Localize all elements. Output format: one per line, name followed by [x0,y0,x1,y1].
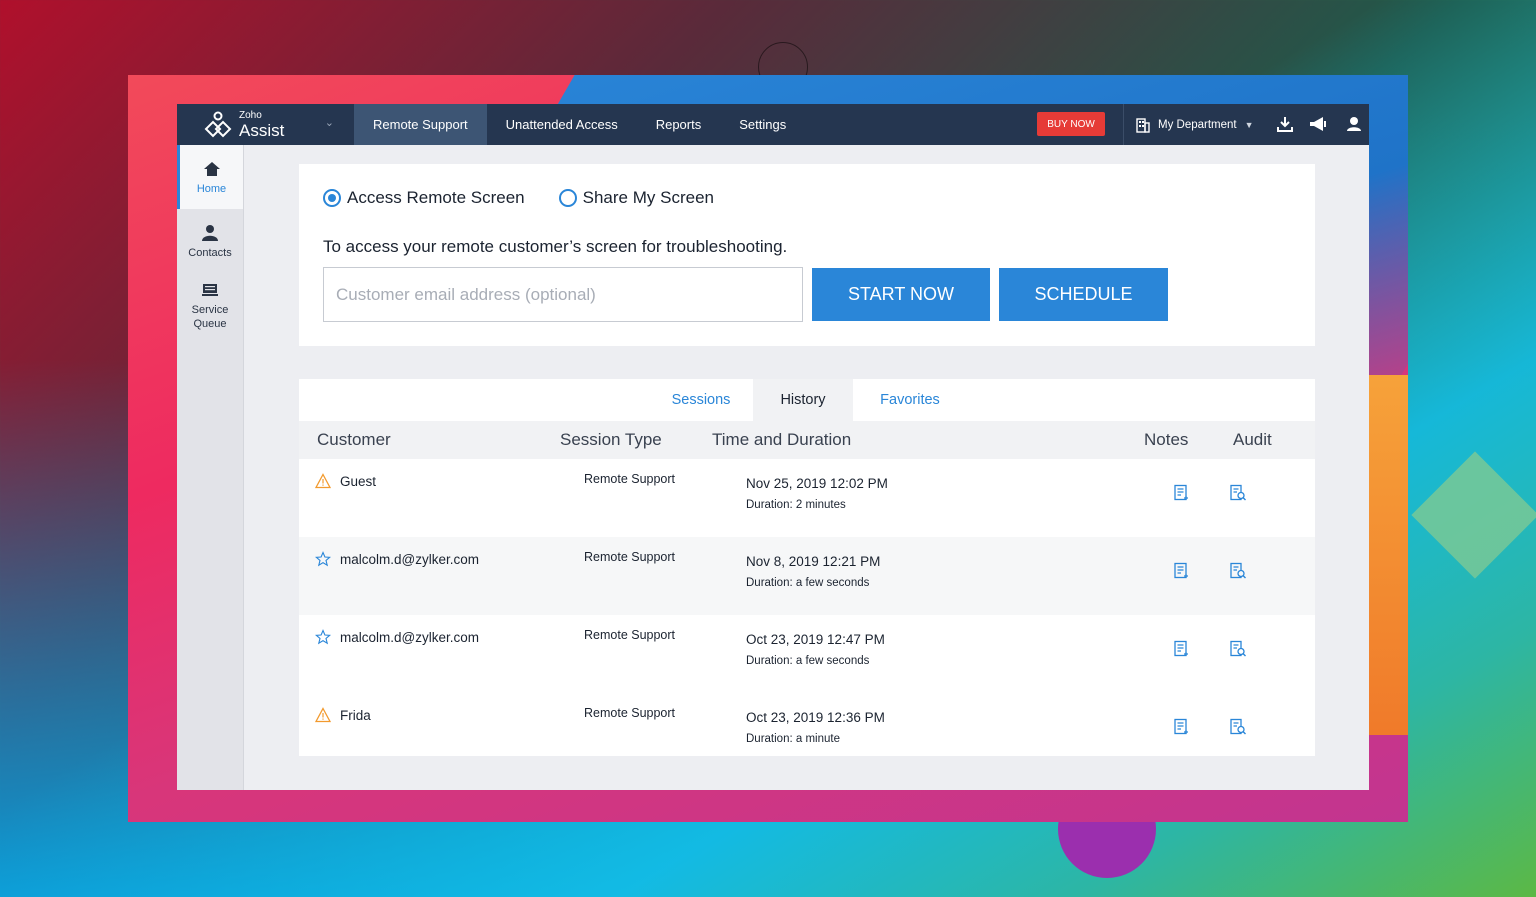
radio-label-access[interactable]: Access Remote Screen [347,188,525,208]
session-time: Nov 25, 2019 12:02 PM [746,476,888,491]
nav-settings[interactable]: Settings [720,104,805,145]
table-row[interactable]: Guest Remote Support Nov 25, 2019 12:02 … [299,459,1315,537]
session-duration: Duration: a minute [746,733,840,745]
radio-label-share[interactable]: Share My Screen [583,188,714,208]
connect-card: Access Remote Screen Share My Screen To … [299,164,1315,346]
chevron-down-icon[interactable]: ⌄ [325,116,334,129]
decor-diamond [1411,451,1536,579]
buy-now-button[interactable]: BUY NOW [1037,112,1105,136]
warning-icon [315,473,331,489]
warning-icon [315,707,331,723]
tab-history[interactable]: History [753,379,853,421]
session-type: Remote Support [584,472,676,486]
radio-access-remote-screen[interactable] [323,189,341,207]
column-session-type[interactable]: Session Type [560,430,662,450]
megaphone-icon[interactable] [1308,114,1328,134]
customer-name: Guest [340,473,377,489]
download-icon[interactable] [1275,114,1295,134]
department-label: My Department [1158,118,1237,131]
nav-remote-support[interactable]: Remote Support [354,104,487,145]
notes-icon[interactable] [1172,718,1190,736]
session-type: Remote Support [584,706,676,720]
audit-icon[interactable] [1229,484,1247,502]
column-time-duration[interactable]: Time and Duration [712,430,851,450]
queue-icon [202,283,218,296]
user-icon [202,224,218,241]
tab-sessions[interactable]: Sessions [661,379,741,421]
connect-description: To access your remote customer’s screen … [323,237,788,256]
radio-share-my-screen[interactable] [558,189,577,207]
session-duration: Duration: 2 minutes [746,499,846,511]
customer-name: malcolm.d@zylker.com [340,551,479,567]
star-icon[interactable] [315,551,331,567]
topbar-divider [1123,104,1124,145]
table-row[interactable]: malcolm.d@zylker.com Remote Support Oct … [299,615,1315,693]
session-duration: Duration: a few seconds [746,577,870,589]
logo-product: Assist [239,120,285,140]
column-audit: Audit [1233,430,1272,449]
customer-email-input[interactable] [323,267,803,322]
notes-icon[interactable] [1172,640,1190,658]
caret-down-icon: ▼ [1244,119,1254,130]
notes-icon[interactable] [1172,484,1190,502]
table-row[interactable]: Frida Remote Support Oct 23, 2019 12:36 … [299,693,1315,756]
nav-reports[interactable]: Reports [637,104,721,145]
table-header: Customer Session Type Time and Duration … [299,421,1315,459]
sidebar-item-label: Home [196,182,227,195]
session-time: Oct 23, 2019 12:47 PM [746,632,885,647]
column-customer[interactable]: Customer [317,430,391,450]
session-duration: Duration: a few seconds [746,655,870,667]
table-row[interactable]: malcolm.d@zylker.com Remote Support Nov … [299,537,1315,615]
audit-icon[interactable] [1229,562,1247,580]
sidebar-item-contacts[interactable]: Contacts [177,209,243,273]
start-now-button[interactable]: START NOW [812,268,990,321]
star-icon[interactable] [315,629,331,645]
sidebar-item-service-queue[interactable]: Service Queue [177,273,243,337]
top-navigation-bar: Zoho Assist ⌄ Remote Support Unattended … [177,104,1369,145]
notes-icon[interactable] [1172,562,1190,580]
customer-name: Frida [340,707,371,723]
logo-brand: Zoho [239,109,262,121]
building-icon [1136,117,1150,133]
mode-radio-group: Access Remote Screen Share My Screen [323,188,748,208]
department-selector[interactable]: My Department ▼ [1135,104,1254,145]
app-window: Zoho Assist ⌄ Remote Support Unattended … [177,104,1369,790]
session-type: Remote Support [584,628,676,642]
app-logo[interactable]: Zoho Assist ⌄ [177,104,354,145]
zoho-assist-logo-icon [204,111,232,137]
column-notes: Notes [1144,430,1189,449]
sidebar: Home Contacts Service Queue [177,145,244,790]
session-time: Nov 8, 2019 12:21 PM [746,554,881,569]
customer-name: malcolm.d@zylker.com [340,629,479,645]
session-time: Oct 23, 2019 12:36 PM [746,710,885,725]
sessions-panel: Sessions History Favorites Customer Sess… [299,379,1315,756]
nav-unattended-access[interactable]: Unattended Access [487,104,637,145]
audit-icon[interactable] [1229,640,1247,658]
session-tabs: Sessions History Favorites [299,379,1315,421]
home-icon [203,161,220,176]
session-type: Remote Support [584,550,676,564]
audit-icon[interactable] [1229,718,1247,736]
schedule-button[interactable]: SCHEDULE [999,268,1168,321]
tab-favorites[interactable]: Favorites [865,379,955,421]
user-profile-icon[interactable] [1344,114,1364,134]
sidebar-item-home[interactable]: Home [177,145,243,209]
sidebar-item-label: Service Queue [191,303,229,330]
sidebar-item-label: Contacts [188,246,232,259]
